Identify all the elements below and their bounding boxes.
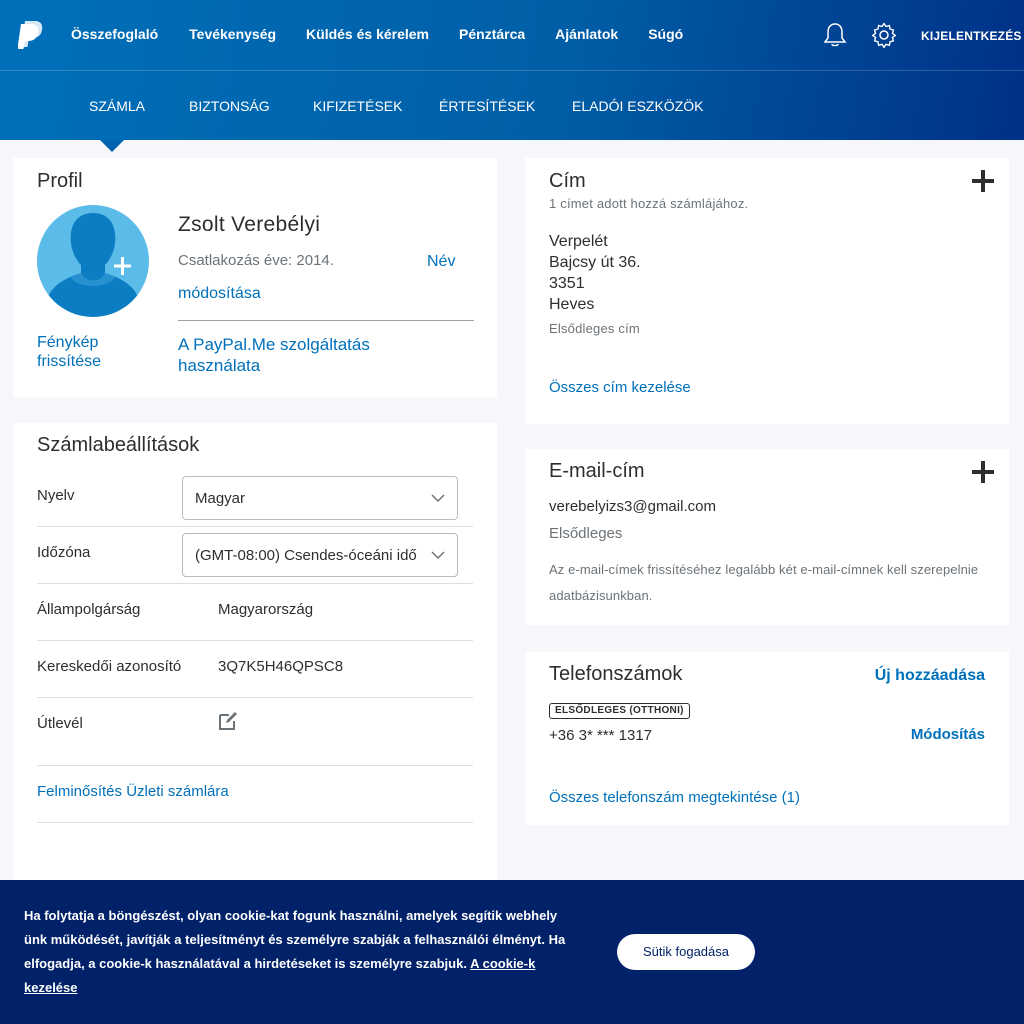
add-email-plus-icon[interactable] (972, 461, 994, 483)
view-all-phones-link[interactable]: Összes telefonszám megtekintése (1) (549, 789, 800, 806)
sub-nav: SZÁMLA BIZTONSÁG KIFIZETÉSEK ÉRTESÍTÉSEK… (0, 98, 1024, 118)
profile-title: Profil (37, 170, 83, 192)
accept-cookies-button[interactable]: Sütik fogadása (617, 934, 755, 970)
profile-name: Zsolt Verebélyi (178, 213, 321, 236)
email-address: verebelyizs3@gmail.com (549, 498, 716, 515)
merchant-id-label: Kereskedői azonosító (37, 658, 182, 675)
chevron-down-icon (431, 491, 445, 505)
divider (178, 320, 474, 321)
add-phone-link[interactable]: Új hozzáadása (875, 667, 985, 685)
edit-icon[interactable] (218, 711, 238, 731)
edit-name-link-line2[interactable]: módosítása (178, 285, 261, 303)
chevron-down-icon (431, 548, 445, 562)
cookie-text: Ha folytatja a böngészést, olyan cookie-… (24, 904, 576, 1000)
language-select[interactable]: Magyar (182, 476, 458, 520)
update-photo-line2: frissítése (37, 353, 102, 370)
tab-notifications[interactable]: ÉRTESÍTÉSEK (439, 98, 535, 114)
timezone-select[interactable]: (GMT-08:00) Csendes-óceáni idő (182, 533, 458, 577)
cookie-banner: Ha folytatja a böngészést, olyan cookie-… (0, 880, 1024, 1024)
nav-offers[interactable]: Ajánlatok (555, 26, 618, 42)
email-note-line2: adatbázisunkban. (549, 588, 653, 603)
address-card: Cím 1 címet adott hozzá számlájához. Ver… (525, 158, 1009, 424)
divider (37, 526, 473, 527)
paypal-me-line1: A PayPal.Me szolgáltatás (178, 335, 370, 354)
citizenship-label: Állampolgárság (37, 601, 141, 618)
timezone-value: (GMT-08:00) Csendes-óceáni idő (195, 547, 417, 564)
email-card: E-mail-cím verebelyizs3@gmail.com Elsődl… (525, 449, 1009, 625)
address-block: Verpelét Bajcsy út 36. 3351 Heves (549, 231, 641, 315)
address-line: Verpelét (549, 233, 608, 250)
merchant-id-value: 3Q7K5H46QPSC8 (218, 658, 344, 675)
phone-card: Telefonszámok Új hozzáadása ELSŐDLEGES (… (525, 652, 1009, 825)
add-address-plus-icon[interactable] (972, 170, 994, 192)
nav-help[interactable]: Súgó (648, 26, 683, 42)
manage-addresses-link[interactable]: Összes cím kezelése (549, 379, 691, 396)
edit-name-link-line1[interactable]: Név (427, 253, 455, 271)
primary-email-label: Elsődleges (549, 525, 623, 542)
email-note-line1: Az e-mail-címek frissítéséhez legalább k… (549, 562, 979, 577)
avatar[interactable] (37, 205, 149, 317)
edit-phone-link[interactable]: Módosítás (911, 726, 985, 743)
language-label: Nyelv (37, 487, 75, 504)
bell-icon[interactable] (822, 22, 848, 48)
divider (37, 583, 473, 584)
tab-account[interactable]: SZÁMLA (89, 98, 145, 114)
logout-link[interactable]: KIJELENTKEZÉS (921, 29, 1022, 43)
passport-label: Útlevél (37, 715, 83, 732)
nav-summary[interactable]: Összefoglaló (71, 26, 158, 42)
tab-seller-tools[interactable]: ELADÓI ESZKÖZÖK (572, 98, 703, 114)
nav-send-request[interactable]: Küldés és kérelem (306, 26, 429, 42)
address-line: Bajcsy út 36. (549, 254, 641, 271)
email-note: Az e-mail-címek frissítéséhez legalább k… (549, 557, 978, 609)
main-nav: Összefoglaló Tevékenység Küldés és kérel… (71, 26, 713, 42)
timezone-label: Időzóna (37, 544, 91, 561)
top-bar: Összefoglaló Tevékenység Küldés és kérel… (0, 0, 1024, 71)
person-silhouette-icon (47, 213, 139, 317)
phone-title: Telefonszámok (549, 663, 683, 685)
address-line: 3351 (549, 275, 585, 292)
site-header: Összefoglaló Tevékenység Küldés és kérel… (0, 0, 1024, 140)
email-title: E-mail-cím (549, 460, 645, 482)
nav-activity[interactable]: Tevékenység (189, 26, 276, 42)
address-line: Heves (549, 296, 595, 313)
primary-address-label: Elsődleges cím (549, 321, 640, 336)
paypal-logo-icon[interactable] (18, 20, 44, 50)
paypal-me-line2: használata (178, 356, 261, 375)
divider (37, 765, 473, 766)
account-settings-card: Számlabeállítások Nyelv Magyar Időzóna (… (13, 423, 497, 893)
citizenship-value: Magyarország (218, 601, 314, 618)
joined-year: Csatlakozás éve: 2014. (178, 252, 334, 269)
phone-number: +36 3* *** 1317 (549, 727, 653, 744)
primary-home-badge: ELSŐDLEGES (OTTHONI) (549, 703, 690, 719)
update-photo-link[interactable]: Fénykép frissítése (37, 333, 101, 371)
tab-payments[interactable]: KIFIZETÉSEK (313, 98, 402, 114)
divider (37, 822, 473, 823)
active-tab-caret (100, 140, 124, 152)
divider (37, 640, 473, 641)
divider (37, 697, 473, 698)
language-value: Magyar (195, 490, 246, 507)
gear-icon[interactable] (871, 22, 897, 48)
tab-security[interactable]: BIZTONSÁG (189, 98, 270, 114)
paypal-me-link[interactable]: A PayPal.Me szolgáltatás használata (178, 334, 370, 376)
settings-title: Számlabeállítások (37, 434, 200, 456)
update-photo-line1: Fénykép (37, 334, 99, 351)
profile-card: Profil Zsolt Verebélyi Csatlakozás éve: … (13, 158, 497, 397)
address-title: Cím (549, 170, 586, 192)
nav-wallet[interactable]: Pénztárca (459, 26, 525, 42)
address-subtitle: 1 címet adott hozzá számlájához. (549, 196, 749, 211)
upgrade-business-link[interactable]: Felminősítés Üzleti számlára (37, 783, 229, 800)
